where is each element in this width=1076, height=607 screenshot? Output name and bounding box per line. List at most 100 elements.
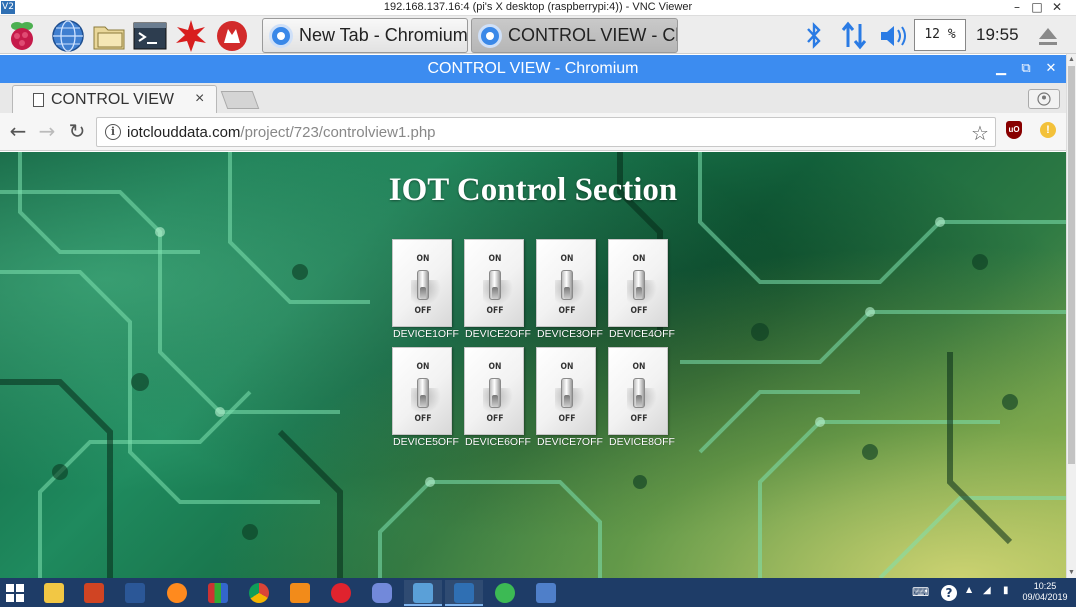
- device-status-label: DEVICE5OFF: [393, 436, 459, 448]
- back-button[interactable]: ←: [7, 121, 29, 143]
- network-icon[interactable]: [840, 19, 868, 52]
- toggle-lever-icon[interactable]: [633, 378, 645, 408]
- chromium-restore-button[interactable]: ⧉: [1016, 59, 1036, 79]
- circuit-board-background: [0, 152, 1066, 578]
- switch-plate[interactable]: ON OFF: [464, 347, 524, 435]
- pi-clock[interactable]: 19:55: [976, 25, 1019, 45]
- switch-plate[interactable]: ON OFF: [392, 239, 452, 327]
- page-content: IOT Control Section ON OFF DEVICE1OFF ON…: [0, 152, 1066, 578]
- address-bar[interactable]: i iotclouddata.com/project/723/controlvi…: [96, 117, 996, 147]
- scrollbar-thumb[interactable]: [1068, 66, 1075, 464]
- photos-icon[interactable]: [404, 580, 442, 606]
- word-icon[interactable]: [116, 580, 154, 606]
- bookmark-star-icon[interactable]: ☆: [971, 121, 989, 146]
- chromium-icon: [478, 24, 502, 48]
- extension-alert-icon[interactable]: !: [1040, 122, 1056, 138]
- switch-plate[interactable]: ON OFF: [392, 347, 452, 435]
- eject-icon[interactable]: [1037, 19, 1059, 52]
- toggle-lever-icon[interactable]: [633, 270, 645, 300]
- winrar-icon[interactable]: [199, 580, 237, 606]
- bluetooth-icon[interactable]: [804, 19, 824, 52]
- device-switch-1[interactable]: ON OFF DEVICE1OFF: [392, 239, 460, 343]
- tab-strip: CONTROL VIEW ×: [0, 83, 1066, 113]
- page-icon: [33, 93, 44, 107]
- sync-icon[interactable]: [486, 580, 524, 606]
- device-switch-7[interactable]: ON OFF DEVICE7OFF: [536, 347, 604, 451]
- device-switch-2[interactable]: ON OFF DEVICE2OFF: [464, 239, 532, 343]
- scroll-up-arrow-icon[interactable]: ▲: [1068, 56, 1075, 63]
- switch-plate[interactable]: ON OFF: [536, 347, 596, 435]
- forward-button[interactable]: →: [36, 121, 58, 143]
- switch-off-label: OFF: [630, 306, 648, 316]
- windows-start-icon[interactable]: [6, 584, 24, 602]
- wolfram-icon[interactable]: [215, 19, 249, 53]
- new-tab-button[interactable]: [220, 91, 260, 109]
- vnc-maximize-button[interactable]: □: [1026, 0, 1048, 16]
- volume-icon[interactable]: [878, 19, 908, 52]
- chromium-window-title: CONTROL VIEW - Chromium: [427, 60, 639, 77]
- powerpoint-icon[interactable]: [75, 580, 113, 606]
- raspberry-menu-icon[interactable]: [5, 19, 39, 53]
- toggle-lever-icon[interactable]: [561, 378, 573, 408]
- chromium-minimize-button[interactable]: ▁: [991, 59, 1011, 79]
- switch-plate[interactable]: ON OFF: [464, 239, 524, 327]
- switch-on-label: ON: [416, 254, 430, 264]
- switch-on-label: ON: [560, 254, 574, 264]
- web-browser-icon[interactable]: [51, 19, 85, 53]
- vnc-close-button[interactable]: ✕: [1046, 0, 1068, 16]
- vnc-minimize-button[interactable]: –: [1006, 0, 1028, 16]
- taskbar-window-new-tab[interactable]: New Tab - Chromium: [262, 18, 468, 53]
- discord-icon[interactable]: [363, 580, 401, 606]
- terminal-icon[interactable]: [133, 19, 167, 53]
- chromium-icon: [269, 24, 293, 48]
- profile-button[interactable]: [1028, 89, 1060, 109]
- switch-plate[interactable]: ON OFF: [608, 239, 668, 327]
- wifi-icon[interactable]: ◢: [983, 585, 991, 601]
- chrome-icon[interactable]: [240, 580, 278, 606]
- vnc-viewer-icon[interactable]: [445, 580, 483, 606]
- url-domain: iotclouddata.com: [127, 124, 241, 141]
- tab-close-button[interactable]: ×: [195, 90, 204, 108]
- device-status-label: DEVICE2OFF: [465, 328, 531, 340]
- device-switch-8[interactable]: ON OFF DEVICE8OFF: [608, 347, 676, 451]
- device-status-label: DEVICE4OFF: [609, 328, 675, 340]
- tray-chevron-icon[interactable]: ▲: [966, 585, 972, 601]
- chromium-close-button[interactable]: ✕: [1041, 59, 1061, 79]
- switch-off-label: OFF: [486, 306, 504, 316]
- device-switch-6[interactable]: ON OFF DEVICE6OFF: [464, 347, 532, 451]
- device-status-label: DEVICE6OFF: [465, 436, 531, 448]
- toggle-lever-icon[interactable]: [561, 270, 573, 300]
- device-switch-4[interactable]: ON OFF DEVICE4OFF: [608, 239, 676, 343]
- switch-plate[interactable]: ON OFF: [608, 347, 668, 435]
- ublock-extension-icon[interactable]: uO: [1006, 121, 1022, 139]
- device-status-label: DEVICE7OFF: [537, 436, 603, 448]
- cpu-usage-monitor[interactable]: 12 %: [914, 19, 966, 51]
- firefox-icon[interactable]: [158, 580, 196, 606]
- device-switch-3[interactable]: ON OFF DEVICE3OFF: [536, 239, 604, 343]
- device-switch-5[interactable]: ON OFF DEVICE5OFF: [392, 347, 460, 451]
- opera-icon[interactable]: [322, 580, 360, 606]
- toggle-lever-icon[interactable]: [417, 378, 429, 408]
- battery-icon[interactable]: ▮: [1003, 585, 1009, 601]
- file-manager-icon[interactable]: [92, 19, 126, 53]
- toggle-lever-icon[interactable]: [417, 270, 429, 300]
- switch-on-label: ON: [488, 254, 502, 264]
- file-explorer-icon[interactable]: [35, 580, 73, 606]
- toggle-lever-icon[interactable]: [489, 270, 501, 300]
- help-icon[interactable]: ?: [941, 585, 957, 601]
- uc-browser-icon[interactable]: [281, 580, 319, 606]
- scroll-down-arrow-icon[interactable]: ▼: [1068, 569, 1075, 576]
- network-tool-icon[interactable]: [527, 580, 565, 606]
- toggle-lever-icon[interactable]: [489, 378, 501, 408]
- system-clock[interactable]: 10:25 09/04/2019: [1020, 581, 1070, 603]
- switch-plate[interactable]: ON OFF: [536, 239, 596, 327]
- site-info-icon[interactable]: i: [105, 124, 121, 140]
- mathematica-icon[interactable]: [174, 19, 208, 53]
- reload-button[interactable]: ↻: [66, 121, 88, 143]
- keyboard-icon[interactable]: ⌨: [912, 585, 929, 601]
- switch-off-label: OFF: [486, 414, 504, 424]
- profile-icon: [1037, 92, 1051, 106]
- tab-control-view[interactable]: CONTROL VIEW ×: [12, 85, 217, 113]
- taskbar-window-control-view[interactable]: CONTROL VIEW - Chr...: [471, 18, 678, 53]
- vertical-scrollbar[interactable]: ▲ ▼: [1066, 54, 1076, 578]
